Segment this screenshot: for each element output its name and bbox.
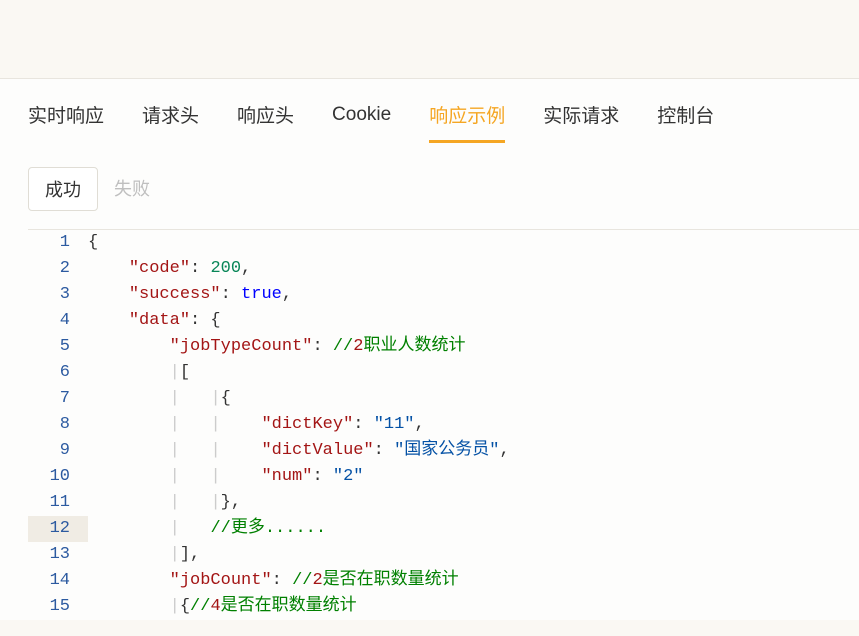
line-number: 14 [28, 568, 88, 594]
code-line: 8 | | "dictKey": "11", [28, 412, 859, 438]
code-line: 1{ [28, 230, 859, 256]
line-number: 9 [28, 438, 88, 464]
line-number: 2 [28, 256, 88, 282]
code-line: 3 "success": true, [28, 282, 859, 308]
code-line: 2 "code": 200, [28, 256, 859, 282]
sub-tab-failure[interactable]: 失败 [98, 167, 166, 211]
code-content: { [88, 230, 98, 256]
line-number: 12 [28, 516, 88, 542]
line-number: 6 [28, 360, 88, 386]
tab-actual-request[interactable]: 实际请求 [543, 101, 619, 143]
code-content: "code": 200, [88, 256, 251, 282]
line-number: 13 [28, 542, 88, 568]
content-area: 实时响应 请求头 响应头 Cookie 响应示例 实际请求 控制台 成功 失败 … [0, 78, 859, 620]
code-content: |[ [88, 360, 190, 386]
line-number: 7 [28, 386, 88, 412]
code-line: 14 "jobCount": //2是否在职数量统计 [28, 568, 859, 594]
line-number: 15 [28, 594, 88, 620]
code-content: |{//4是否在职数量统计 [88, 594, 357, 620]
line-number: 5 [28, 334, 88, 360]
code-line: 6 |[ [28, 360, 859, 386]
code-content: "success": true, [88, 282, 292, 308]
code-line: 9 | | "dictValue": "国家公务员", [28, 438, 859, 464]
sub-tab-success[interactable]: 成功 [28, 167, 98, 211]
code-line: 4 "data": { [28, 308, 859, 334]
tab-response-headers[interactable]: 响应头 [237, 101, 294, 143]
code-line: 15 |{//4是否在职数量统计 [28, 594, 859, 620]
line-number: 8 [28, 412, 88, 438]
code-content: "data": { [88, 308, 221, 334]
code-content: | | "num": "2" [88, 464, 363, 490]
line-number: 11 [28, 490, 88, 516]
code-content: "jobCount": //2是否在职数量统计 [88, 568, 459, 594]
code-line: 10 | | "num": "2" [28, 464, 859, 490]
code-line: 12 | //更多...... [28, 516, 859, 542]
tab-realtime-response[interactable]: 实时响应 [28, 101, 104, 143]
code-editor[interactable]: 1{2 "code": 200,3 "success": true,4 "dat… [28, 229, 859, 620]
code-content: | |{ [88, 386, 231, 412]
line-number: 4 [28, 308, 88, 334]
tab-response-example[interactable]: 响应示例 [429, 101, 505, 143]
code-content: | | "dictKey": "11", [88, 412, 425, 438]
code-line: 7 | |{ [28, 386, 859, 412]
code-content: |], [88, 542, 200, 568]
tab-console[interactable]: 控制台 [657, 101, 714, 143]
code-content: | //更多...... [88, 516, 326, 542]
tab-cookie[interactable]: Cookie [332, 104, 391, 141]
tab-request-headers[interactable]: 请求头 [142, 101, 199, 143]
line-number: 10 [28, 464, 88, 490]
top-spacer [0, 0, 859, 78]
code-content: "jobTypeCount": //2职业人数统计 [88, 334, 465, 360]
code-line: 11 | |}, [28, 490, 859, 516]
code-line: 13 |], [28, 542, 859, 568]
code-line: 5 "jobTypeCount": //2职业人数统计 [28, 334, 859, 360]
main-tabs: 实时响应 请求头 响应头 Cookie 响应示例 实际请求 控制台 [28, 79, 859, 143]
line-number: 1 [28, 230, 88, 256]
sub-tabs: 成功 失败 [28, 167, 859, 211]
code-content: | |}, [88, 490, 241, 516]
line-number: 3 [28, 282, 88, 308]
code-content: | | "dictValue": "国家公务员", [88, 438, 510, 464]
